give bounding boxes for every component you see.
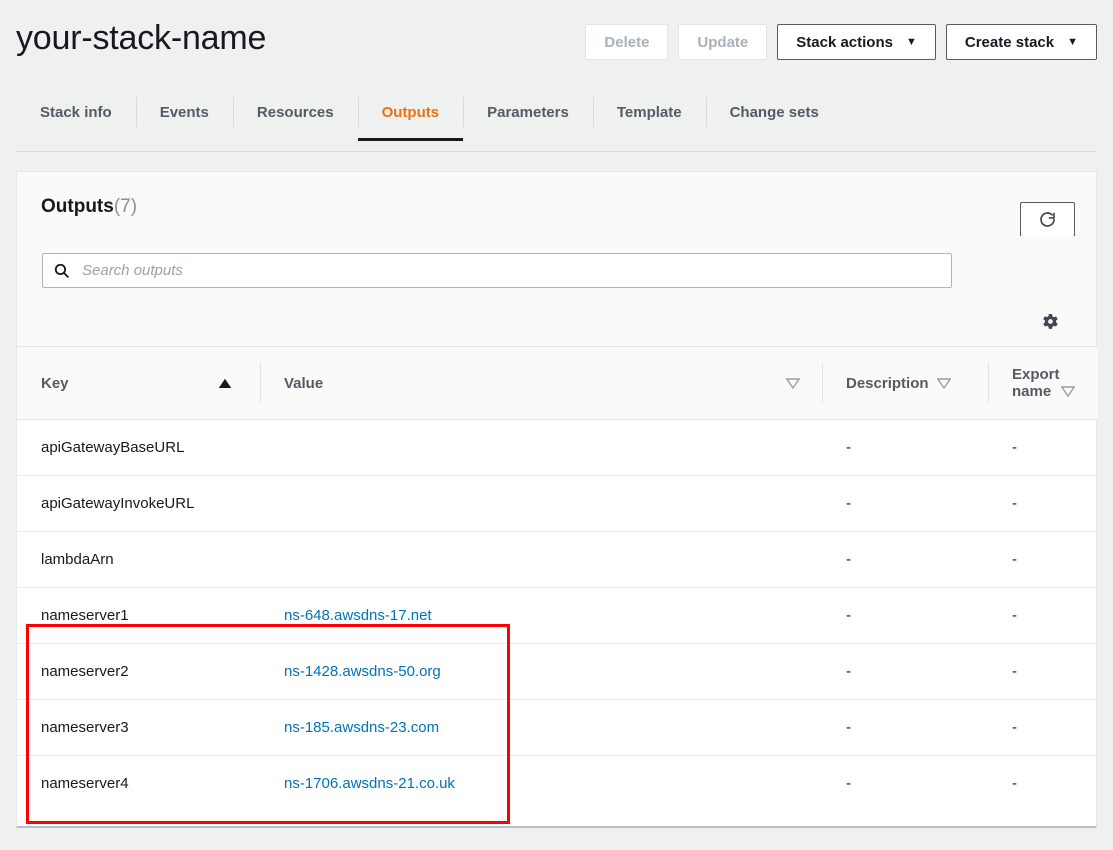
table-row[interactable]: apiGatewayInvokeURL - - <box>17 476 1098 532</box>
sort-ascending-icon <box>218 378 232 389</box>
create-stack-button[interactable]: Create stack ▼ <box>946 24 1097 60</box>
output-value-link[interactable]: ns-648.awsdns-17.net <box>284 607 432 624</box>
delete-button-label: Delete <box>604 34 649 51</box>
cell-value: ns-1428.awsdns-50.org <box>260 644 822 700</box>
cell-description: - <box>822 700 988 756</box>
cell-export-name: - <box>988 588 1098 644</box>
tab-label: Change sets <box>730 104 819 121</box>
outputs-panel-header: Outputs(7) <box>17 172 1096 236</box>
column-header-export-name[interactable]: Export name <box>988 347 1098 420</box>
refresh-button[interactable] <box>1020 202 1075 237</box>
tab-resources[interactable]: Resources <box>233 88 358 136</box>
tab-label: Stack info <box>40 104 112 121</box>
cell-export-name: - <box>988 476 1098 532</box>
cell-description: - <box>822 476 988 532</box>
cell-key: apiGatewayInvokeURL <box>17 476 260 532</box>
cell-key: nameserver1 <box>17 588 260 644</box>
outputs-heading: Outputs(7) <box>41 196 137 218</box>
outputs-table-header: Key Value <box>17 347 1098 420</box>
chevron-down-icon: ▼ <box>906 37 917 48</box>
tab-stack-info[interactable]: Stack info <box>0 88 136 136</box>
cell-value: ns-648.awsdns-17.net <box>260 588 822 644</box>
cloudformation-stack-page: your-stack-name Delete Update Stack acti… <box>0 0 1113 850</box>
cell-key: lambdaArn <box>17 532 260 588</box>
page-header: your-stack-name Delete Update Stack acti… <box>0 0 1113 86</box>
search-icon <box>53 262 70 279</box>
cell-value: ns-1706.awsdns-21.co.uk <box>260 756 822 812</box>
update-button[interactable]: Update <box>678 24 767 60</box>
cell-description: - <box>822 756 988 812</box>
header-actions: Delete Update Stack actions ▼ Create sta… <box>585 24 1097 60</box>
cell-value <box>260 532 822 588</box>
cell-value: ns-185.awsdns-23.com <box>260 700 822 756</box>
sort-none-icon <box>937 378 951 389</box>
table-row[interactable]: nameserver4 ns-1706.awsdns-21.co.uk - - <box>17 756 1098 812</box>
tab-parameters[interactable]: Parameters <box>463 88 593 136</box>
table-row[interactable]: nameserver3 ns-185.awsdns-23.com - - <box>17 700 1098 756</box>
cell-key: nameserver3 <box>17 700 260 756</box>
outputs-count: (7) <box>114 196 137 217</box>
table-row[interactable]: apiGatewayBaseURL - - <box>17 420 1098 476</box>
sort-none-icon <box>786 378 800 389</box>
table-preferences-button[interactable] <box>1038 310 1060 332</box>
tab-label: Outputs <box>382 104 440 121</box>
stack-actions-button[interactable]: Stack actions ▼ <box>777 24 936 60</box>
tab-label: Events <box>160 104 209 121</box>
column-header-key-label: Key <box>41 375 69 392</box>
column-header-value-label: Value <box>284 375 323 392</box>
column-header-export-name-label: Export name <box>1012 366 1060 400</box>
update-button-label: Update <box>697 34 748 51</box>
table-row[interactable]: nameserver2 ns-1428.awsdns-50.org - - <box>17 644 1098 700</box>
table-row[interactable]: lambdaArn - - <box>17 532 1098 588</box>
cell-key: apiGatewayBaseURL <box>17 420 260 476</box>
output-value-link[interactable]: ns-1428.awsdns-50.org <box>284 663 441 680</box>
cell-export-name: - <box>988 532 1098 588</box>
chevron-down-icon: ▼ <box>1067 37 1078 48</box>
tab-label: Parameters <box>487 104 569 121</box>
stack-actions-button-label: Stack actions <box>796 34 893 51</box>
table-header-row: Key Value <box>17 347 1098 420</box>
tab-label: Resources <box>257 104 334 121</box>
search-input[interactable] <box>80 261 941 280</box>
gear-icon <box>1039 311 1060 332</box>
column-header-description[interactable]: Description <box>822 347 988 420</box>
cell-export-name: - <box>988 644 1098 700</box>
cell-description: - <box>822 588 988 644</box>
table-row[interactable]: nameserver1 ns-648.awsdns-17.net - - <box>17 588 1098 644</box>
output-value-link[interactable]: ns-185.awsdns-23.com <box>284 719 439 736</box>
column-header-key[interactable]: Key <box>17 347 260 420</box>
output-value-link[interactable]: ns-1706.awsdns-21.co.uk <box>284 775 455 792</box>
sort-none-icon <box>1061 386 1075 397</box>
create-stack-button-label: Create stack <box>965 34 1054 51</box>
refresh-icon <box>1038 210 1057 229</box>
outputs-table-body: apiGatewayBaseURL - - apiGatewayInvokeUR… <box>17 420 1098 812</box>
tabs-divider <box>16 151 1097 152</box>
column-header-description-label: Description <box>846 375 929 392</box>
cell-key: nameserver2 <box>17 644 260 700</box>
tab-template[interactable]: Template <box>593 88 706 136</box>
cell-description: - <box>822 420 988 476</box>
outputs-heading-text: Outputs <box>41 196 114 217</box>
outputs-table: Key Value <box>17 346 1098 812</box>
page-title: your-stack-name <box>16 16 266 60</box>
column-header-value[interactable]: Value <box>260 347 822 420</box>
cell-description: - <box>822 644 988 700</box>
outputs-filter-row <box>17 236 1096 346</box>
tab-events[interactable]: Events <box>136 88 233 136</box>
cell-key: nameserver4 <box>17 756 260 812</box>
cell-description: - <box>822 532 988 588</box>
tab-label: Template <box>617 104 682 121</box>
cell-export-name: - <box>988 420 1098 476</box>
cell-value <box>260 476 822 532</box>
search-outputs-box[interactable] <box>42 253 952 288</box>
cell-value <box>260 420 822 476</box>
tab-change-sets[interactable]: Change sets <box>706 88 843 136</box>
cell-export-name: - <box>988 756 1098 812</box>
outputs-panel: Outputs(7) <box>16 171 1097 828</box>
stack-detail-tabs: Stack info Events Resources Outputs Para… <box>0 88 1113 136</box>
tab-outputs[interactable]: Outputs <box>358 88 464 136</box>
cell-export-name: - <box>988 700 1098 756</box>
delete-button[interactable]: Delete <box>585 24 668 60</box>
